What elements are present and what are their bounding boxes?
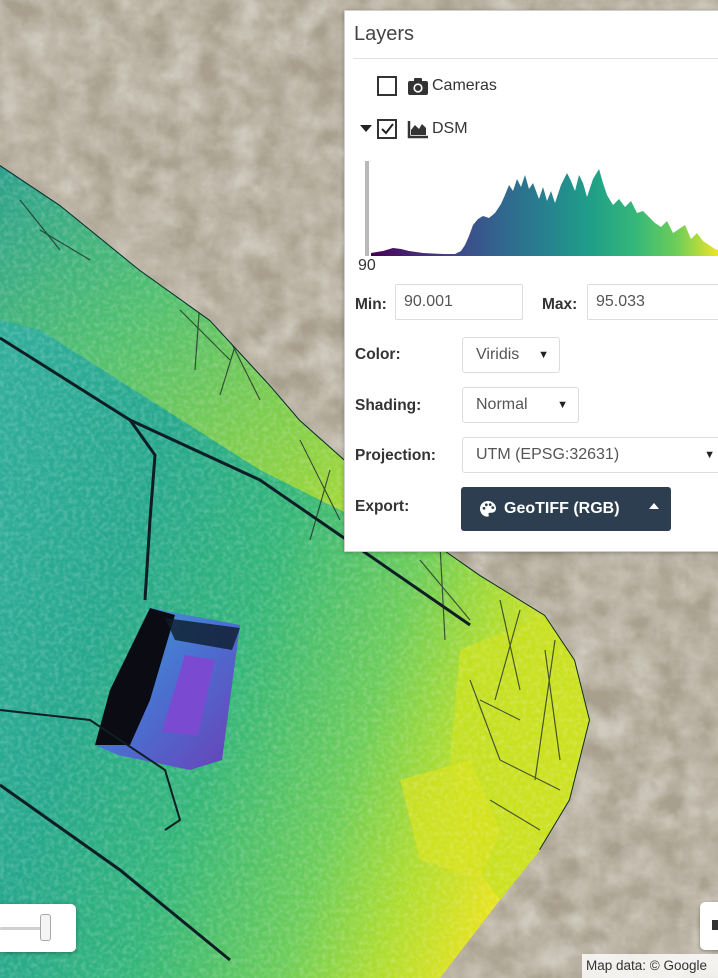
- palette-icon: [480, 501, 496, 517]
- shading-select-value: Normal: [476, 396, 528, 413]
- color-select-value: Viridis: [476, 346, 520, 363]
- histogram-min-label: 90: [358, 257, 376, 274]
- dsm-checkbox[interactable]: [377, 119, 397, 139]
- layer-row-cameras: Cameras: [345, 76, 497, 96]
- shading-select-arrow-icon: ▼: [557, 399, 568, 411]
- shading-select[interactable]: Normal ▼: [462, 387, 579, 423]
- cameras-checkbox[interactable]: [377, 76, 397, 96]
- export-label: Export:: [355, 498, 410, 515]
- opacity-slider-track[interactable]: [0, 927, 42, 930]
- projection-select-arrow-icon: ▼: [704, 449, 715, 461]
- cameras-label[interactable]: Cameras: [432, 77, 497, 95]
- min-label: Min:: [355, 296, 387, 313]
- max-label: Max:: [542, 296, 578, 313]
- camera-icon: [408, 78, 428, 95]
- export-button-label: GeoTIFF (RGB): [504, 500, 620, 517]
- color-label: Color:: [355, 346, 401, 363]
- shading-label: Shading:: [355, 397, 422, 414]
- area-chart-icon: [407, 121, 428, 139]
- panel-divider: [353, 58, 718, 59]
- opacity-slider-control: [0, 904, 76, 952]
- min-input[interactable]: 90.001: [395, 284, 523, 320]
- max-input[interactable]: 95.033: [587, 284, 718, 320]
- checkmark-icon: [381, 123, 394, 135]
- histogram-min-handle[interactable]: [365, 161, 369, 256]
- dsm-histogram[interactable]: [363, 161, 718, 256]
- dsm-label[interactable]: DSM: [432, 120, 468, 138]
- export-geotiff-button[interactable]: GeoTIFF (RGB): [461, 487, 671, 531]
- layers-panel: Layers Cameras DSM 90 Min: 90.001 Max: 9…: [344, 10, 718, 552]
- color-select-arrow-icon: ▼: [538, 349, 549, 361]
- map-control-button[interactable]: [700, 902, 718, 950]
- opacity-slider-thumb[interactable]: [40, 914, 51, 941]
- caret-placeholder: [359, 79, 373, 93]
- projection-select-value: UTM (EPSG:32631): [476, 446, 620, 463]
- panel-title: Layers: [354, 23, 415, 45]
- projection-label: Projection:: [355, 447, 436, 464]
- map-attribution: Map data: © Google: [582, 954, 718, 978]
- control-glyph-icon: [712, 920, 718, 930]
- caret-up-icon: [649, 503, 659, 509]
- histogram-area: [371, 169, 718, 256]
- layer-row-dsm: DSM: [345, 119, 468, 139]
- color-select[interactable]: Viridis ▼: [462, 337, 560, 373]
- projection-select[interactable]: UTM (EPSG:32631) ▼: [462, 437, 718, 473]
- caret-down-icon[interactable]: [359, 122, 373, 136]
